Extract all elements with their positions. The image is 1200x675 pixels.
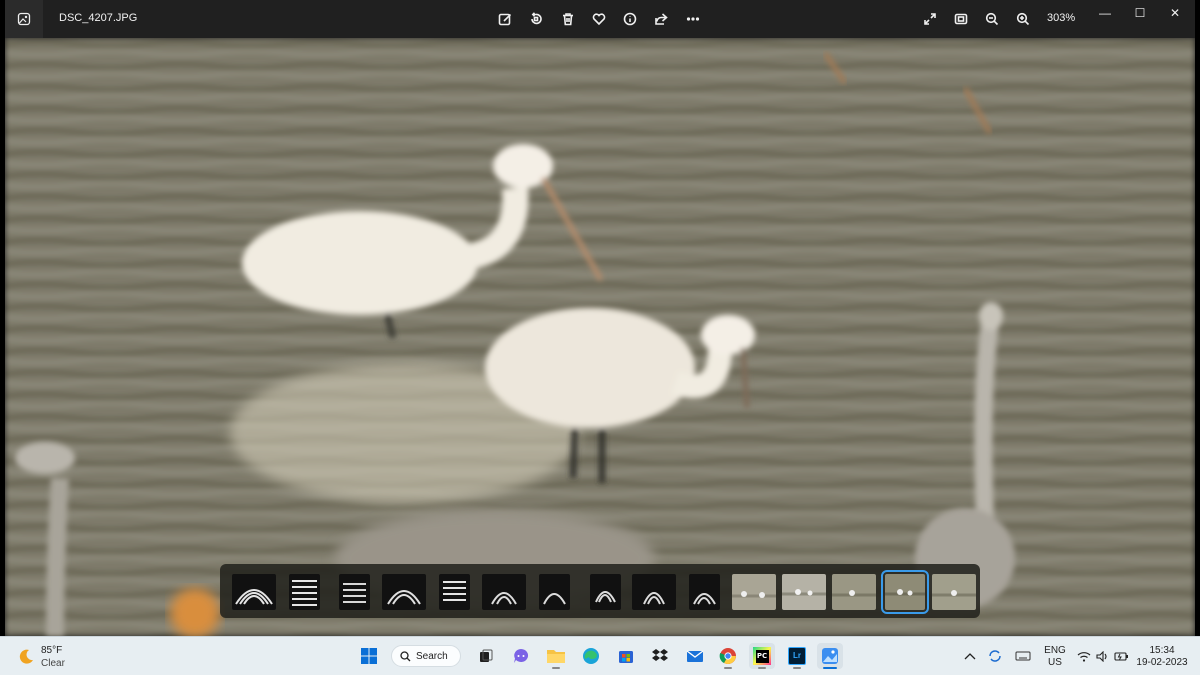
fit-to-window-icon[interactable] <box>952 10 970 28</box>
file-explorer-button[interactable] <box>543 643 569 669</box>
delete-icon[interactable] <box>559 10 577 28</box>
wifi-icon <box>1077 652 1091 662</box>
show-hidden-icons-button[interactable] <box>957 643 983 669</box>
photos-window: DSC_4207.JPG 303% — ☐ ✕ <box>5 0 1195 636</box>
filmstrip-thumbnail[interactable] <box>232 574 276 610</box>
pycharm-icon: PC <box>753 647 771 665</box>
lightroom-icon: Lr <box>788 647 806 665</box>
running-indicator <box>552 667 560 669</box>
zoom-level[interactable]: 303% <box>1047 12 1075 24</box>
chat-button[interactable] <box>508 643 534 669</box>
filmstrip-thumbnail-selected[interactable] <box>881 570 929 614</box>
language-line1: ENG <box>1044 645 1066 656</box>
close-button[interactable]: ✕ <box>1164 5 1186 21</box>
filmstrip-thumbnail[interactable] <box>539 574 570 610</box>
bird-photo <box>5 38 1195 636</box>
windows-logo-icon <box>361 648 377 664</box>
chevron-up-icon <box>964 653 976 660</box>
moon-icon <box>19 649 33 664</box>
zoom-in-icon[interactable] <box>1014 10 1032 28</box>
weather-temperature: 85°F <box>41 645 63 656</box>
filmstrip <box>220 564 980 618</box>
filmstrip-thumbnail[interactable] <box>339 574 370 610</box>
volume-icon <box>1096 651 1107 662</box>
sync-icon <box>989 650 1001 662</box>
search-label: Search <box>416 650 448 662</box>
task-view-icon <box>480 649 493 662</box>
photo-viewport[interactable] <box>5 38 1195 636</box>
mail-button[interactable] <box>682 643 708 669</box>
title-bar: DSC_4207.JPG 303% — ☐ ✕ <box>5 0 1195 38</box>
photos-taskbar-button[interactable] <box>817 643 843 669</box>
chrome-icon <box>719 648 736 665</box>
search-icon <box>400 650 411 661</box>
zoom-out-icon[interactable] <box>983 10 1001 28</box>
filmstrip-thumbnail[interactable] <box>932 574 976 610</box>
pycharm-button[interactable]: PC <box>749 643 775 669</box>
lightroom-button[interactable]: Lr <box>784 643 810 669</box>
photos-app-icon[interactable] <box>5 0 43 38</box>
start-button[interactable] <box>356 643 382 669</box>
clock-time: 15:34 <box>1149 645 1175 656</box>
taskbar: 85°F Clear Search PC Lr ENG US 15:34 19-… <box>0 636 1200 675</box>
filmstrip-thumbnail[interactable] <box>482 574 526 610</box>
favorite-icon[interactable] <box>590 10 608 28</box>
keyboard-icon <box>1015 651 1031 661</box>
running-indicator <box>758 667 766 669</box>
keyboard-tray-button[interactable] <box>1010 643 1036 669</box>
running-indicator <box>724 667 732 669</box>
minimize-button[interactable]: — <box>1094 5 1116 21</box>
dropbox-button[interactable] <box>647 643 673 669</box>
filmstrip-thumbnail[interactable] <box>289 574 320 610</box>
more-icon[interactable] <box>684 10 702 28</box>
sync-tray-button[interactable] <box>982 643 1008 669</box>
filmstrip-thumbnail[interactable] <box>732 574 776 610</box>
weather-condition: Clear <box>41 658 65 669</box>
edit-image-icon[interactable] <box>496 10 514 28</box>
filmstrip-thumbnail[interactable] <box>689 574 720 610</box>
chrome-button[interactable] <box>715 643 741 669</box>
chat-icon <box>514 648 529 663</box>
mail-icon <box>686 650 704 662</box>
active-indicator <box>823 667 837 669</box>
edge-button[interactable] <box>578 643 604 669</box>
microsoft-store-button[interactable] <box>613 643 639 669</box>
maximize-button[interactable]: ☐ <box>1129 5 1151 21</box>
rotate-icon[interactable] <box>527 10 545 28</box>
battery-icon <box>1114 652 1128 661</box>
filmstrip-thumbnail[interactable] <box>590 574 621 610</box>
pycharm-label: PC <box>755 649 769 663</box>
file-name: DSC_4207.JPG <box>59 12 138 24</box>
share-icon[interactable] <box>652 10 670 28</box>
photos-icon <box>822 648 838 664</box>
photos-app-glyph <box>17 12 31 26</box>
filmstrip-thumbnail[interactable] <box>439 574 470 610</box>
full-screen-icon[interactable] <box>921 10 939 28</box>
filmstrip-thumbnail[interactable] <box>382 574 426 610</box>
dropbox-icon <box>652 649 668 661</box>
filmstrip-thumbnail[interactable] <box>782 574 826 610</box>
clock-date: 19-02-2023 <box>1136 657 1188 668</box>
folder-icon <box>547 650 565 663</box>
edge-icon <box>583 648 599 664</box>
store-icon <box>619 651 633 663</box>
info-icon[interactable] <box>621 10 639 28</box>
language-indicator[interactable]: ENG US <box>1042 645 1068 669</box>
task-view-button[interactable] <box>473 643 499 669</box>
filmstrip-thumbnail[interactable] <box>832 574 876 610</box>
language-line2: US <box>1048 657 1062 668</box>
filmstrip-thumbnail[interactable] <box>632 574 676 610</box>
taskbar-search[interactable]: Search <box>391 645 461 667</box>
clock[interactable]: 15:34 19-02-2023 <box>1134 645 1190 669</box>
running-indicator <box>793 667 801 669</box>
